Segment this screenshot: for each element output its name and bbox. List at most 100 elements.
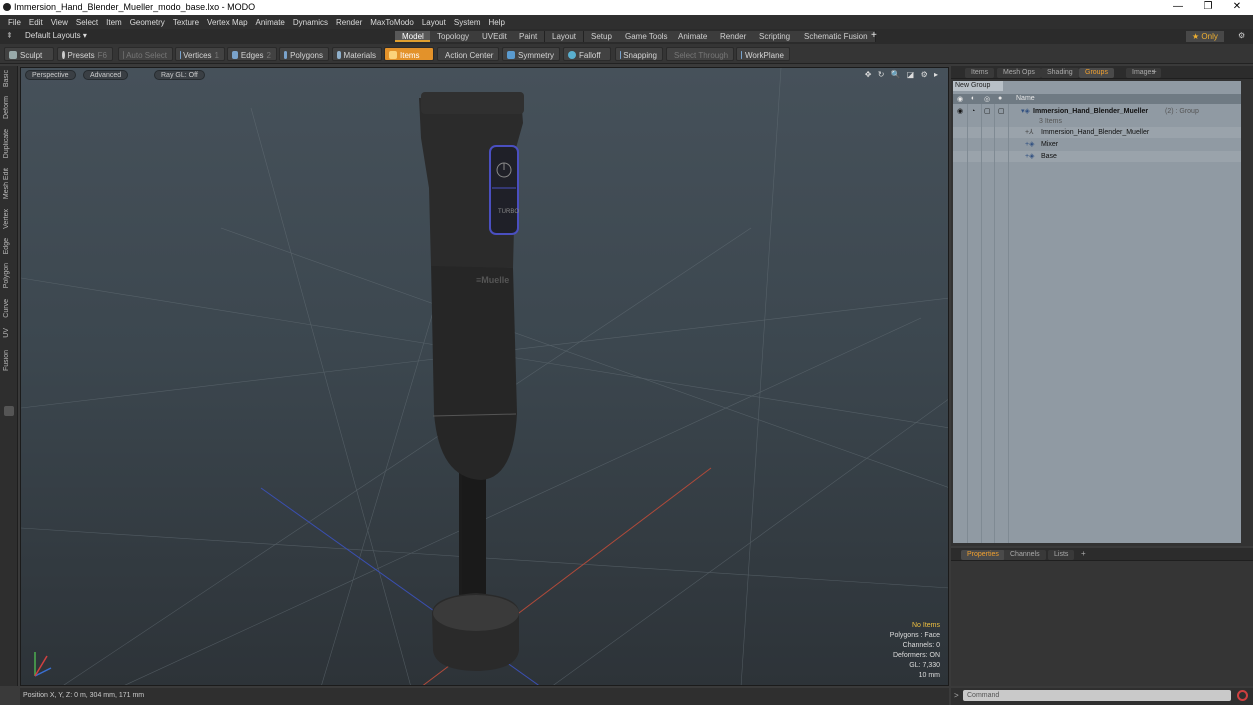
vertices-button[interactable]: Vertices 1 [175, 47, 225, 61]
edges-icon [232, 51, 238, 59]
column-divider [994, 104, 995, 543]
action-center-button[interactable]: Action Center [437, 47, 499, 61]
symmetry-label: Symmetry [518, 50, 554, 60]
tab-items[interactable]: Items [965, 68, 995, 78]
tab-layout[interactable]: Layout [545, 31, 585, 42]
tab-game-tools[interactable]: Game Tools [618, 31, 676, 42]
menu-render[interactable]: Render [336, 18, 362, 27]
auto-select-button[interactable]: Auto Select [118, 47, 173, 61]
new-group-button[interactable]: New Group [953, 81, 1003, 91]
right-panel-tabs: Items Mesh Ops Shading Groups Images + [951, 66, 1253, 79]
falloff-button[interactable]: Falloff [563, 47, 611, 61]
minimize-button[interactable]: — [1163, 1, 1193, 12]
viewport-nav-icons[interactable]: ✥ ↻ 🔍 ◪ ⚙ ▸ [865, 70, 940, 79]
menu-edit[interactable]: Edit [29, 18, 43, 27]
only-toggle[interactable]: ★ Only [1186, 31, 1224, 42]
edges-button[interactable]: Edges 2 [227, 47, 277, 61]
add-layout-button[interactable]: + [871, 30, 877, 41]
tab-scripting[interactable]: Scripting [752, 31, 799, 42]
polygons-button[interactable]: Polygons [279, 47, 329, 61]
close-button[interactable]: ✕ [1222, 1, 1252, 12]
stat-deformers: Deformers: ON [892, 652, 940, 659]
tab-edge[interactable]: Edge [3, 238, 15, 254]
main-toolbar: Sculpt Presets F6 Auto Select Vertices 1 E… [0, 44, 1253, 64]
tab-setup[interactable]: Setup [584, 31, 620, 42]
workplane-button[interactable]: WorkPlane [736, 47, 790, 61]
layout-selector[interactable]: Default Layouts ▾ [25, 31, 87, 40]
menu-layout[interactable]: Layout [422, 18, 446, 27]
tab-render[interactable]: Render [713, 31, 755, 42]
snapping-button[interactable]: Snapping [615, 47, 663, 61]
add-properties-tab-button[interactable]: + [1081, 549, 1086, 558]
record-macro-icon[interactable] [1237, 690, 1248, 701]
viewport-3d[interactable]: TURBO ≡Muelle Perspective Advanced Ray G… [20, 67, 949, 686]
menu-dynamics[interactable]: Dynamics [293, 18, 328, 27]
tab-schematic-fusion[interactable]: Schematic Fusion [797, 31, 876, 42]
materials-button[interactable]: Materials [332, 47, 382, 61]
tab-topology[interactable]: Topology [430, 31, 478, 42]
tab-mesh-edit[interactable]: Mesh Edit [3, 168, 15, 199]
menu-select[interactable]: Select [76, 18, 98, 27]
tab-uv[interactable]: UV [3, 328, 15, 338]
menu-system[interactable]: System [454, 18, 481, 27]
gear-icon[interactable]: ⚙ [1238, 31, 1245, 40]
layout-pin-icon[interactable]: ⇞ [6, 31, 13, 40]
viewport-tab-raygl[interactable]: Ray GL: Off [154, 70, 205, 80]
menu-file[interactable]: File [8, 18, 21, 27]
tab-groups[interactable]: Groups [1079, 68, 1114, 78]
viewport-tab-advanced[interactable]: Advanced [83, 70, 129, 80]
command-bar: > Command [951, 688, 1253, 705]
item-label: Base [1041, 153, 1057, 160]
materials-icon [337, 51, 341, 59]
menu-view[interactable]: View [51, 18, 68, 27]
symmetry-button[interactable]: Symmetry [502, 47, 560, 61]
tab-channels[interactable]: Channels [1004, 550, 1046, 560]
stat-scale: 10 mm [918, 672, 940, 679]
vertices-shortcut: 1 [214, 50, 219, 60]
tab-mesh-ops[interactable]: Mesh Ops [997, 68, 1041, 78]
tab-duplicate[interactable]: Duplicate [3, 129, 15, 158]
menu-maxtomodo[interactable]: MaxToModo [370, 18, 414, 27]
tab-animate[interactable]: Animate [671, 31, 716, 42]
tab-basic[interactable]: Basic [3, 70, 15, 87]
group-count-row: 3 Items [953, 116, 1241, 127]
command-input[interactable]: Command [963, 690, 1231, 701]
tab-deform[interactable]: Deform [3, 96, 15, 119]
select-through-button[interactable]: Select Through [666, 47, 734, 61]
sculpt-button[interactable]: Sculpt [4, 47, 54, 61]
list-item[interactable]: +◈ Mixer [953, 139, 1241, 150]
group-count: 3 Items [1039, 118, 1062, 125]
list-item[interactable]: +⅄ Immersion_Hand_Blender_Mueller [953, 127, 1241, 138]
tab-vertex[interactable]: Vertex [3, 209, 15, 229]
viewport-stats: No Items Polygons : Face Channels: 0 Def… [890, 621, 940, 681]
tab-paint[interactable]: Paint [512, 31, 546, 42]
tab-polygon[interactable]: Polygon [3, 263, 15, 288]
tab-properties[interactable]: Properties [961, 550, 1005, 560]
menu-geometry[interactable]: Geometry [130, 18, 165, 27]
panel-toggle-icon[interactable] [4, 406, 14, 416]
presets-button[interactable]: Presets F6 [57, 47, 113, 61]
symmetry-icon [507, 51, 515, 59]
tab-lists[interactable]: Lists [1048, 550, 1075, 560]
snapping-label: Snapping [623, 50, 657, 60]
tab-curve[interactable]: Curve [3, 299, 15, 318]
menu-animate[interactable]: Animate [256, 18, 285, 27]
brand-logo-text: ≡Muelle [476, 275, 509, 285]
items-button[interactable]: Items [384, 47, 434, 61]
viewport-tab-perspective[interactable]: Perspective [25, 70, 76, 80]
restore-button[interactable]: ❐ [1193, 1, 1223, 12]
menu-item[interactable]: Item [106, 18, 122, 27]
tab-fusion[interactable]: Fusion [3, 350, 15, 371]
stat-channels: Channels: 0 [902, 642, 940, 649]
layout-bar: ⇞ Default Layouts ▾ Model Topology UVEdi… [0, 29, 1253, 44]
tab-model[interactable]: Model [395, 31, 432, 42]
menu-texture[interactable]: Texture [173, 18, 199, 27]
list-item[interactable]: +◈ Base [953, 151, 1241, 162]
tab-uvedit[interactable]: UVEdit [475, 31, 515, 42]
groups-header: ◉ ◐ ◎ ● Name [953, 94, 1241, 104]
menu-vertex-map[interactable]: Vertex Map [207, 18, 247, 27]
add-tab-button[interactable]: + [1152, 67, 1157, 76]
tab-shading[interactable]: Shading [1041, 68, 1079, 78]
mesh-icon: +◈ [1025, 141, 1035, 148]
menu-help[interactable]: Help [489, 18, 505, 27]
